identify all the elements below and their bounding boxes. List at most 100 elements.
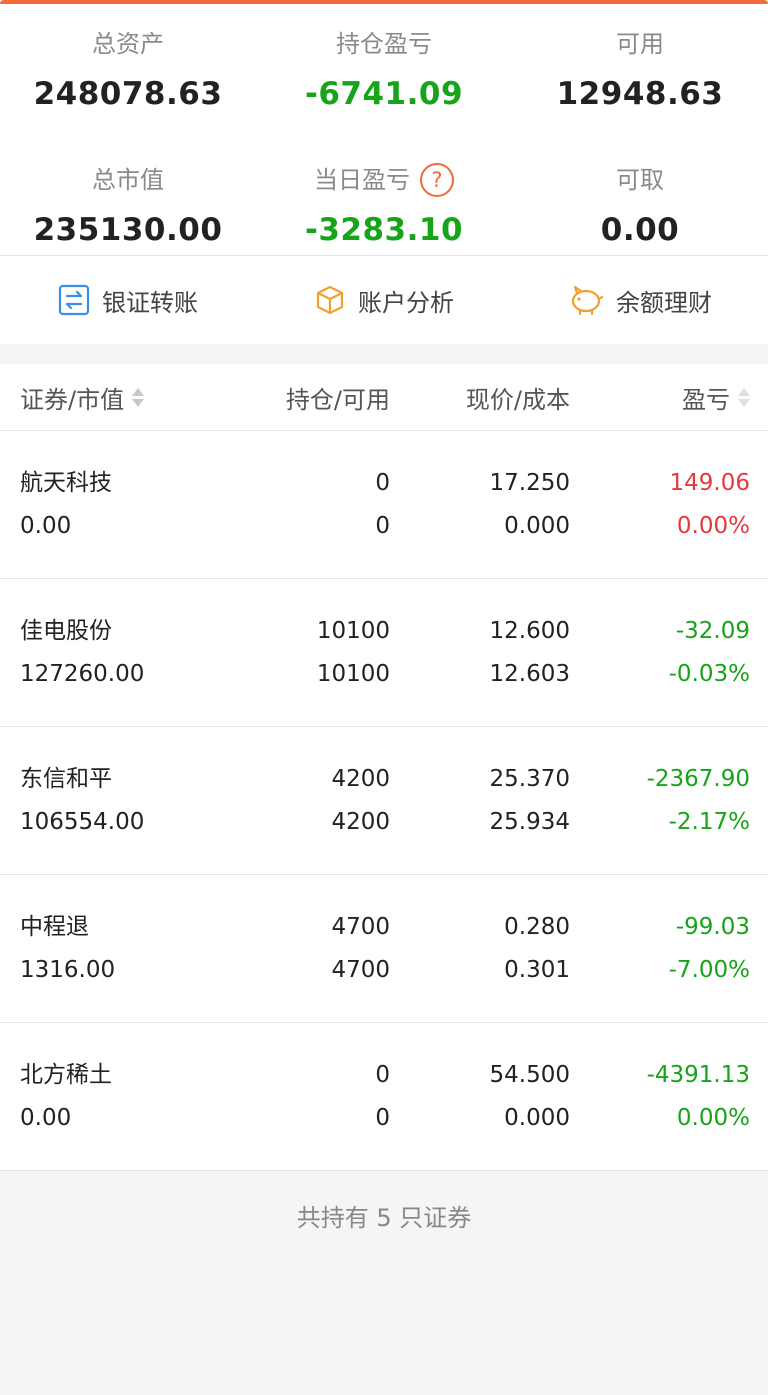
position-qty: 4200 [331,765,390,792]
row-line-bottom: 1316.00 4700 0.301 -7.00% [0,956,768,985]
account-analysis-label: 账户分析 [358,288,454,317]
market-value-cell: 0.00 [20,1104,72,1131]
row-line-top: 佳电股份 10100 12.600 -32.09 [0,617,768,646]
header-price-label: 现价/成本 [465,385,570,414]
current-price: 12.600 [489,617,570,644]
header-price: 现价/成本 [390,380,570,415]
current-price: 17.250 [489,469,570,496]
position-pnl-label: 持仓盈亏 [336,30,432,58]
withdrawable-value: 0.00 [600,212,680,248]
security-name: 北方稀土 [20,1061,112,1088]
table-row[interactable]: 东信和平 4200 25.370 -2367.90 106554.00 4200… [0,727,768,875]
cost-price: 0.000 [504,512,570,539]
current-price: 0.280 [504,913,570,940]
pnl-percent: 0.00% [676,1104,750,1131]
market-value-label: 总市值 [92,166,164,194]
holdings-table: 证券/市值 持仓/可用 现价/成本 盈亏 航天科技 0 17.250 149.0… [0,364,768,1171]
security-name: 东信和平 [20,765,112,792]
account-analysis-button[interactable]: 账户分析 [256,283,512,318]
table-row[interactable]: 航天科技 0 17.250 149.06 0.00 0 0.000 0.00% [0,431,768,579]
header-pnl[interactable]: 盈亏 [570,380,750,415]
current-price: 54.500 [489,1061,570,1088]
row-line-top: 北方稀土 0 54.500 -4391.13 [0,1061,768,1090]
row-line-top: 东信和平 4200 25.370 -2367.90 [0,765,768,794]
table-row[interactable]: 佳电股份 10100 12.600 -32.09 127260.00 10100… [0,579,768,727]
account-summary: 总资产 248078.63 持仓盈亏 -6741.09 可用 12948.63 … [0,4,768,256]
bank-transfer-button[interactable]: 银证转账 [0,283,256,318]
security-name: 航天科技 [20,469,112,496]
section-gap [0,344,768,364]
pnl-amount: -99.03 [675,913,750,940]
cost-price: 25.934 [489,808,570,835]
row-line-top: 中程退 4700 0.280 -99.03 [0,913,768,942]
position-pnl-value: -6741.09 [304,76,464,112]
pnl-amount: 149.06 [669,469,750,496]
cost-price: 0.301 [504,956,570,983]
withdrawable-label: 可取 [616,166,664,194]
withdrawable-funds: 可取 0.00 [512,160,768,298]
help-icon[interactable]: ? [420,163,454,197]
pnl-amount: -2367.90 [646,765,750,792]
bank-transfer-label: 银证转账 [102,288,198,317]
table-row[interactable]: 中程退 4700 0.280 -99.03 1316.00 4700 0.301… [0,875,768,1023]
pnl-amount: -32.09 [675,617,750,644]
available-value: 12948.63 [556,76,724,112]
row-line-top: 航天科技 0 17.250 149.06 [0,469,768,498]
header-security-label: 证券/市值 [20,385,125,414]
row-line-bottom: 0.00 0 0.000 0.00% [0,512,768,541]
available-qty: 10100 [316,660,390,687]
position-qty: 0 [375,469,390,496]
daily-pnl-value: -3283.10 [304,212,464,248]
transfer-icon [58,284,90,316]
position-qty: 0 [375,1061,390,1088]
market-value-cell: 127260.00 [20,660,145,687]
market-value: 总市值 235130.00 [0,160,256,298]
daily-pnl: 当日盈亏 ? -3283.10 [256,160,512,298]
current-price: 25.370 [489,765,570,792]
market-value-cell: 106554.00 [20,808,145,835]
market-value-value: 235130.00 [33,212,223,248]
total-assets-value: 248078.63 [33,76,223,112]
available-funds: 可用 12948.63 [512,24,768,162]
header-pnl-label: 盈亏 [682,385,730,414]
available-qty: 0 [375,512,390,539]
pnl-amount: -4391.13 [646,1061,750,1088]
pnl-percent: -2.17% [668,808,750,835]
pnl-percent: -0.03% [668,660,750,687]
cube-icon [316,285,344,315]
available-qty: 0 [375,1104,390,1131]
summary-row-1: 总资产 248078.63 持仓盈亏 -6741.09 可用 12948.63 [0,24,768,162]
daily-pnl-label: 当日盈亏 [314,166,410,194]
cost-price: 0.000 [504,1104,570,1131]
row-line-bottom: 127260.00 10100 12.603 -0.03% [0,660,768,689]
market-value-cell: 0.00 [20,512,72,539]
row-line-bottom: 106554.00 4200 25.934 -2.17% [0,808,768,837]
balance-finance-button[interactable]: 余额理财 [512,283,768,318]
balance-finance-label: 余额理财 [616,288,712,317]
piggy-bank-icon [571,285,604,316]
security-name: 中程退 [20,913,89,940]
available-qty: 4200 [331,808,390,835]
header-security[interactable]: 证券/市值 [0,380,230,415]
holdings-count: 共持有 5 只证券 [0,1171,768,1259]
header-position: 持仓/可用 [230,380,390,415]
market-value-cell: 1316.00 [20,956,116,983]
cost-price: 12.603 [489,660,570,687]
daily-pnl-label-wrap: 当日盈亏 ? [256,160,512,200]
security-name: 佳电股份 [20,617,112,644]
table-header: 证券/市值 持仓/可用 现价/成本 盈亏 [0,364,768,431]
available-qty: 4700 [331,956,390,983]
position-pnl: 持仓盈亏 -6741.09 [256,24,512,162]
table-row[interactable]: 北方稀土 0 54.500 -4391.13 0.00 0 0.000 0.00… [0,1023,768,1171]
sort-icon [738,387,750,407]
total-assets: 总资产 248078.63 [0,24,256,162]
position-qty: 4700 [331,913,390,940]
summary-row-2: 总市值 235130.00 当日盈亏 ? -3283.10 可取 0.00 [0,160,768,298]
pnl-percent: -7.00% [668,956,750,983]
header-position-label: 持仓/可用 [285,385,390,414]
sort-icon [132,387,145,407]
pnl-percent: 0.00% [676,512,750,539]
position-qty: 10100 [316,617,390,644]
total-assets-label: 总资产 [92,30,164,58]
available-label: 可用 [616,30,664,58]
